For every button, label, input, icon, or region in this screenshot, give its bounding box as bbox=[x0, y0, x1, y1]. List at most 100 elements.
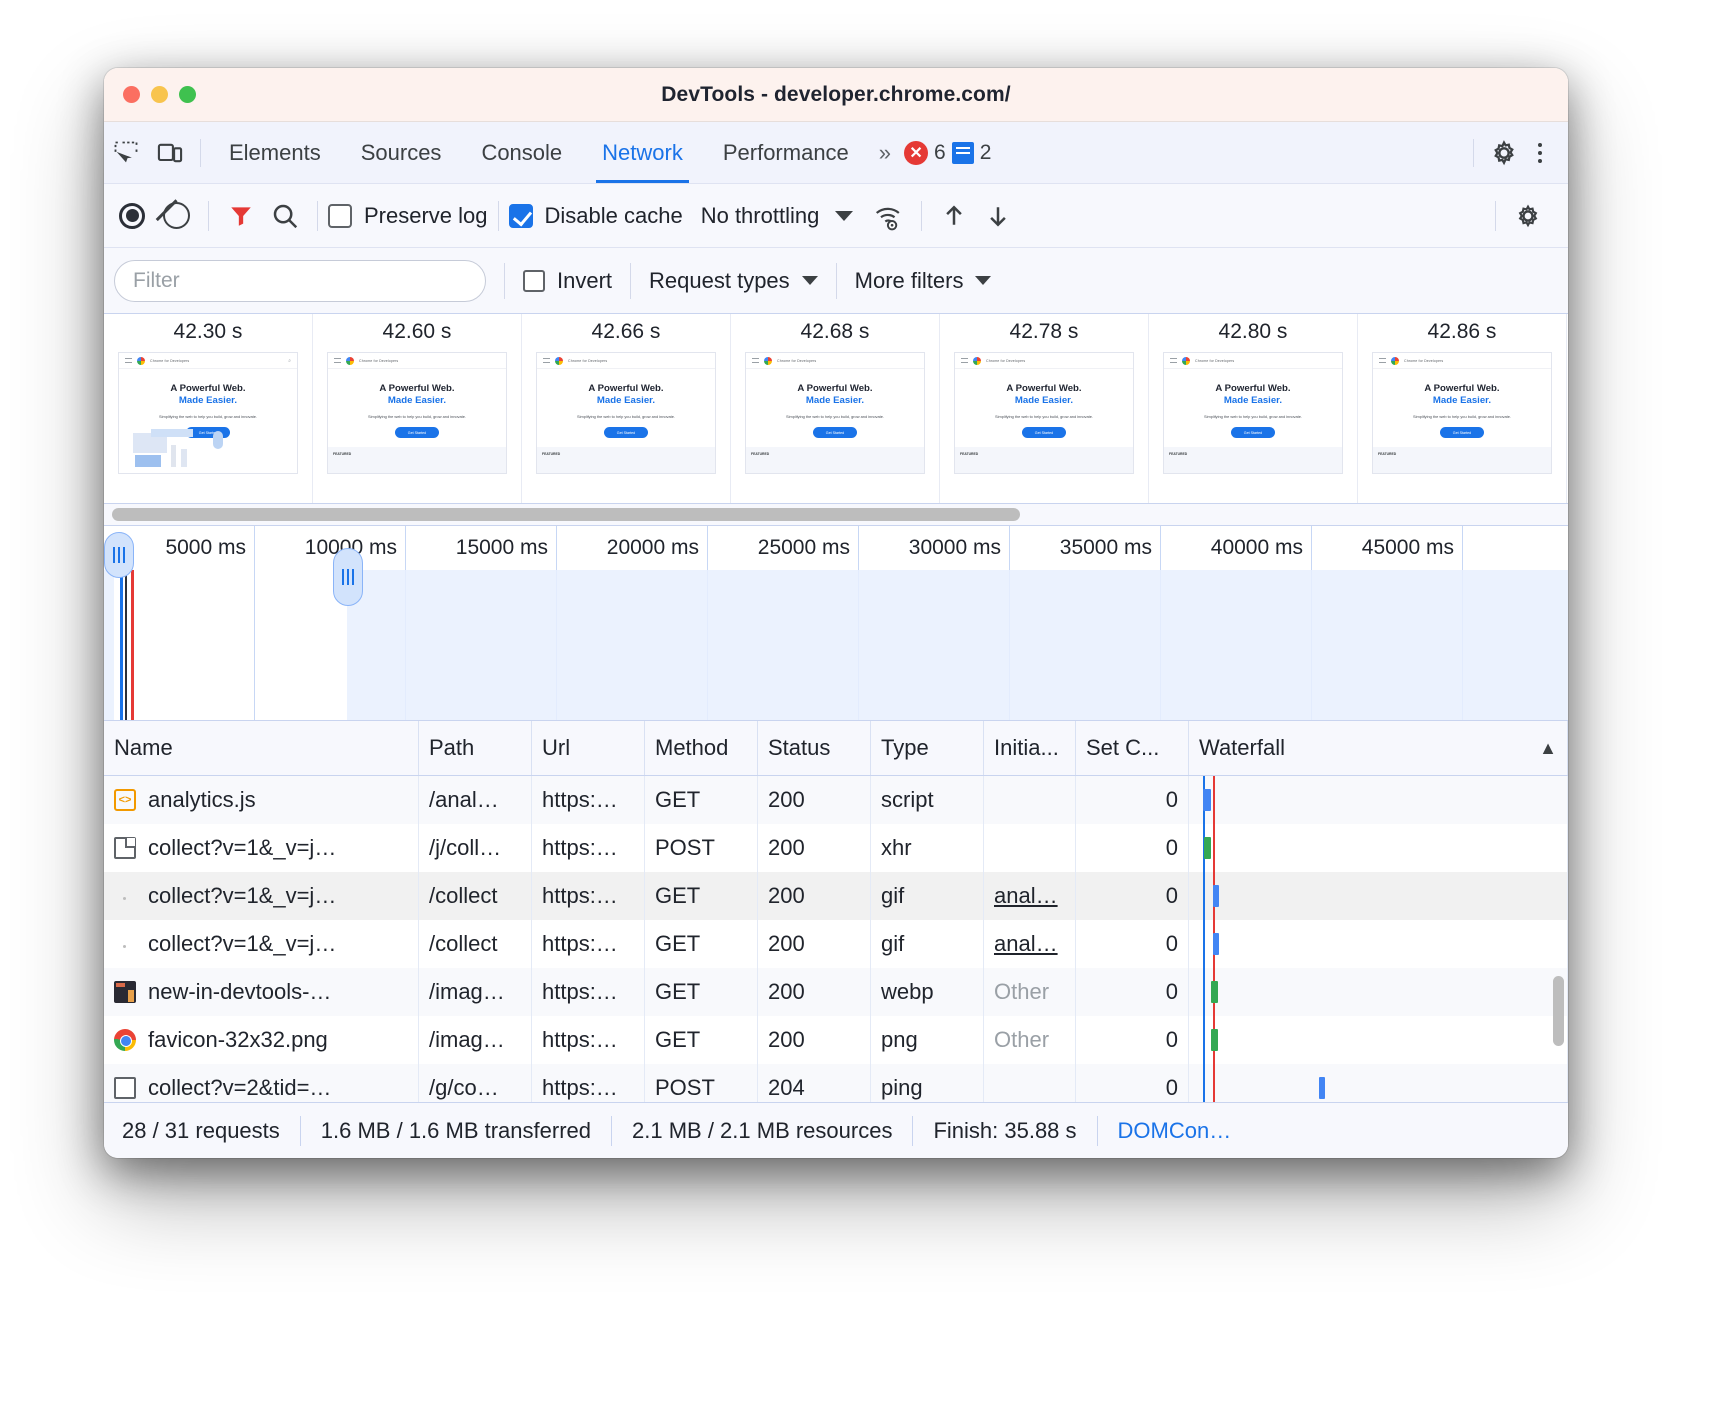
filmstrip-frame[interactable]: 42.78 s Chrome for Developers A Powerful… bbox=[940, 314, 1149, 503]
column-header-initiator[interactable]: Initia... bbox=[984, 721, 1076, 775]
column-header-status[interactable]: Status bbox=[758, 721, 871, 775]
table-row[interactable]: collect?v=1&_v=j… /collecthttps:…GET200g… bbox=[104, 872, 1568, 920]
cell-waterfall[interactable] bbox=[1189, 968, 1568, 1016]
gear-icon[interactable] bbox=[1482, 131, 1526, 175]
waterfall-bar[interactable] bbox=[1213, 933, 1219, 955]
waterfall-bar[interactable] bbox=[1213, 885, 1219, 907]
frame-thumbnail[interactable]: Chrome for Developers ⌕ A Powerful Web. … bbox=[118, 352, 298, 474]
filterbar-divider-2 bbox=[630, 263, 631, 299]
cell-name[interactable]: collect?v=1&_v=j… bbox=[104, 824, 419, 872]
filmstrip-frame[interactable]: 42.80 s Chrome for Developers A Powerful… bbox=[1149, 314, 1358, 503]
tab-network[interactable]: Network bbox=[582, 122, 703, 183]
inspect-element-icon[interactable] bbox=[104, 131, 148, 175]
filmstrip[interactable]: 42.30 s Chrome for Developers ⌕ A Powerf… bbox=[104, 314, 1568, 504]
column-header-name[interactable]: Name bbox=[104, 721, 419, 775]
column-header-method[interactable]: Method bbox=[645, 721, 758, 775]
record-icon[interactable] bbox=[110, 194, 154, 238]
network-toolbar: Preserve log Disable cache No throttling bbox=[104, 184, 1568, 248]
waterfall-bar[interactable] bbox=[1203, 789, 1211, 811]
overview-window-handle-right[interactable] bbox=[333, 548, 363, 606]
cell-initiator[interactable]: anal… bbox=[984, 872, 1076, 920]
column-header-waterfall[interactable]: Waterfall ▲ bbox=[1189, 721, 1568, 775]
cell-waterfall[interactable] bbox=[1189, 920, 1568, 968]
frame-thumbnail[interactable]: Chrome for Developers A Powerful Web. Ma… bbox=[536, 352, 716, 474]
cell-initiator bbox=[984, 824, 1076, 872]
initiator-link[interactable]: anal… bbox=[994, 931, 1058, 957]
cell-waterfall[interactable] bbox=[1189, 1016, 1568, 1064]
search-icon[interactable] bbox=[263, 194, 307, 238]
request-types-dropdown[interactable]: Request types bbox=[649, 268, 818, 294]
tab-sources[interactable]: Sources bbox=[341, 122, 462, 183]
frame-thumbnail[interactable]: Chrome for Developers A Powerful Web. Ma… bbox=[1163, 352, 1343, 474]
invert-checkbox[interactable]: Invert bbox=[523, 268, 612, 294]
table-row[interactable]: favicon-32x32.png /imag…https:…GET200png… bbox=[104, 1016, 1568, 1064]
chevron-down-icon[interactable] bbox=[802, 276, 818, 285]
cell-waterfall[interactable] bbox=[1189, 824, 1568, 872]
column-header-type[interactable]: Type bbox=[871, 721, 984, 775]
filmstrip-horizontal-scrollbar[interactable] bbox=[104, 504, 1568, 526]
chevron-down-icon[interactable] bbox=[835, 211, 853, 221]
frame-thumbnail[interactable]: Chrome for Developers A Powerful Web. Ma… bbox=[327, 352, 507, 474]
cell-name[interactable]: collect?v=2&tid=… bbox=[104, 1064, 419, 1102]
preserve-log-checkbox[interactable]: Preserve log bbox=[328, 203, 488, 229]
overview-window-handle-left[interactable] bbox=[104, 532, 134, 578]
tab-performance[interactable]: Performance bbox=[703, 122, 869, 183]
filmstrip-frame[interactable]: 42.86 s Chrome for Developers A Powerful… bbox=[1358, 314, 1567, 503]
filmstrip-frame[interactable]: 42.30 s Chrome for Developers ⌕ A Powerf… bbox=[104, 314, 313, 503]
issues-badges[interactable]: ✕ 6 2 bbox=[904, 141, 991, 165]
initiator-link[interactable]: anal… bbox=[994, 883, 1058, 909]
frame-thumbnail[interactable]: Chrome for Developers A Powerful Web. Ma… bbox=[954, 352, 1134, 474]
filmstrip-frame[interactable]: 42.60 s Chrome for Developers A Powerful… bbox=[313, 314, 522, 503]
cell-name[interactable]: new-in-devtools-… bbox=[104, 968, 419, 1016]
table-body[interactable]: <> analytics.js /anal…https:…GET200scrip… bbox=[104, 776, 1568, 1102]
frame-thumbnail[interactable]: Chrome for Developers A Powerful Web. Ma… bbox=[1372, 352, 1552, 474]
cell-waterfall[interactable] bbox=[1189, 872, 1568, 920]
more-tabs-chevron-icon[interactable]: » bbox=[869, 140, 898, 166]
filter-input[interactable]: Filter bbox=[114, 260, 486, 302]
network-conditions-icon[interactable] bbox=[867, 194, 911, 238]
kebab-menu-icon[interactable] bbox=[1526, 133, 1554, 173]
more-filters-dropdown[interactable]: More filters bbox=[855, 268, 992, 294]
network-overview[interactable]: 5000 ms10000 ms15000 ms20000 ms25000 ms3… bbox=[104, 526, 1568, 721]
cell-name[interactable]: favicon-32x32.png bbox=[104, 1016, 419, 1064]
column-header-path[interactable]: Path bbox=[419, 721, 532, 775]
throttling-select[interactable]: No throttling bbox=[701, 203, 854, 229]
waterfall-bar[interactable] bbox=[1319, 1077, 1325, 1099]
tab-console[interactable]: Console bbox=[461, 122, 582, 183]
invert-box[interactable] bbox=[523, 270, 545, 292]
preview-topbar: Chrome for Developers bbox=[1164, 353, 1342, 369]
cell-initiator[interactable]: anal… bbox=[984, 920, 1076, 968]
frame-thumbnail[interactable]: Chrome for Developers A Powerful Web. Ma… bbox=[745, 352, 925, 474]
scrollbar-thumb[interactable] bbox=[112, 508, 1020, 521]
cell-name[interactable]: <> analytics.js bbox=[104, 776, 419, 824]
disable-cache-box[interactable] bbox=[509, 204, 533, 228]
network-settings-gear-icon[interactable] bbox=[1506, 194, 1550, 238]
clear-icon[interactable] bbox=[154, 194, 198, 238]
cell-name[interactable]: collect?v=1&_v=j… bbox=[104, 872, 419, 920]
overview-body[interactable] bbox=[104, 570, 1568, 720]
column-header-setcookies[interactable]: Set C... bbox=[1076, 721, 1189, 775]
funnel-icon[interactable] bbox=[219, 194, 263, 238]
disable-cache-checkbox[interactable]: Disable cache bbox=[509, 203, 683, 229]
table-row[interactable]: collect?v=1&_v=j… /j/coll…https:…POST200… bbox=[104, 824, 1568, 872]
tab-elements[interactable]: Elements bbox=[209, 122, 341, 183]
preserve-log-box[interactable] bbox=[328, 204, 352, 228]
cell-waterfall[interactable] bbox=[1189, 776, 1568, 824]
cell-waterfall[interactable] bbox=[1189, 1064, 1568, 1102]
chevron-down-icon[interactable] bbox=[975, 276, 991, 285]
sort-ascending-icon[interactable]: ▲ bbox=[1539, 738, 1557, 759]
filmstrip-frame[interactable]: 42.68 s Chrome for Developers A Powerful… bbox=[731, 314, 940, 503]
column-header-url[interactable]: Url bbox=[532, 721, 645, 775]
table-row[interactable]: collect?v=1&_v=j… /collecthttps:…GET200g… bbox=[104, 920, 1568, 968]
table-row[interactable]: collect?v=2&tid=… /g/co…https:…POST204pi… bbox=[104, 1064, 1568, 1102]
table-row[interactable]: <> analytics.js /anal…https:…GET200scrip… bbox=[104, 776, 1568, 824]
cell-name[interactable]: collect?v=1&_v=j… bbox=[104, 920, 419, 968]
upload-har-icon[interactable] bbox=[932, 194, 976, 238]
table-row[interactable]: new-in-devtools-… /imag…https:…GET200web… bbox=[104, 968, 1568, 1016]
waterfall-bar[interactable] bbox=[1204, 837, 1211, 859]
device-toolbar-icon[interactable] bbox=[148, 131, 192, 175]
filmstrip-frame[interactable]: 42.66 s Chrome for Developers A Powerful… bbox=[522, 314, 731, 503]
waterfall-bar[interactable] bbox=[1211, 1029, 1218, 1051]
waterfall-bar[interactable] bbox=[1211, 981, 1218, 1003]
download-har-icon[interactable] bbox=[976, 194, 1020, 238]
